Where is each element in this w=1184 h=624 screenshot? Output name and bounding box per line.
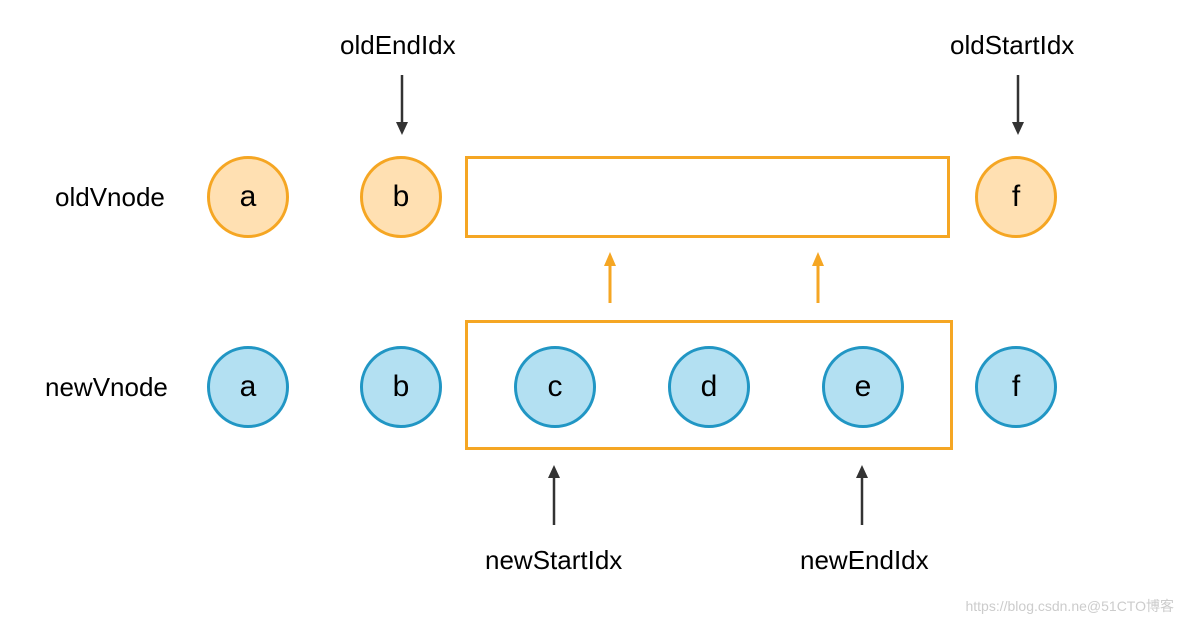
new-node-d: d [668, 346, 750, 428]
new-node-b: b [360, 346, 442, 428]
arrow-down-icon [392, 70, 412, 140]
old-start-idx-label: oldStartIdx [950, 30, 1074, 61]
new-node-c: c [514, 346, 596, 428]
old-empty-rect [465, 156, 950, 238]
watermark: https://blog.csdn.ne@51CTO博客 [965, 596, 1174, 616]
watermark-right: @51CTO博客 [1087, 598, 1174, 614]
new-node-a: a [207, 346, 289, 428]
node-letter: d [701, 370, 718, 404]
old-node-f: f [975, 156, 1057, 238]
old-node-a: a [207, 156, 289, 238]
node-letter: c [548, 370, 563, 404]
node-letter: a [240, 180, 257, 214]
node-letter: b [393, 370, 410, 404]
new-start-idx-label: newStartIdx [485, 545, 622, 576]
old-vnode-label: oldVnode [55, 182, 165, 213]
arrow-up-icon [544, 460, 564, 530]
arrow-down-icon [1008, 70, 1028, 140]
new-node-e: e [822, 346, 904, 428]
node-letter: a [240, 370, 257, 404]
arrow-up-icon [600, 248, 620, 308]
new-node-f: f [975, 346, 1057, 428]
old-end-idx-label: oldEndIdx [340, 30, 456, 61]
watermark-left: https://blog.csdn.ne [965, 598, 1086, 614]
node-letter: f [1012, 370, 1020, 404]
node-letter: e [855, 370, 872, 404]
node-letter: f [1012, 180, 1020, 214]
node-letter: b [393, 180, 410, 214]
new-vnode-label: newVnode [45, 372, 168, 403]
arrow-up-icon [808, 248, 828, 308]
old-node-b: b [360, 156, 442, 238]
arrow-up-icon [852, 460, 872, 530]
new-end-idx-label: newEndIdx [800, 545, 929, 576]
